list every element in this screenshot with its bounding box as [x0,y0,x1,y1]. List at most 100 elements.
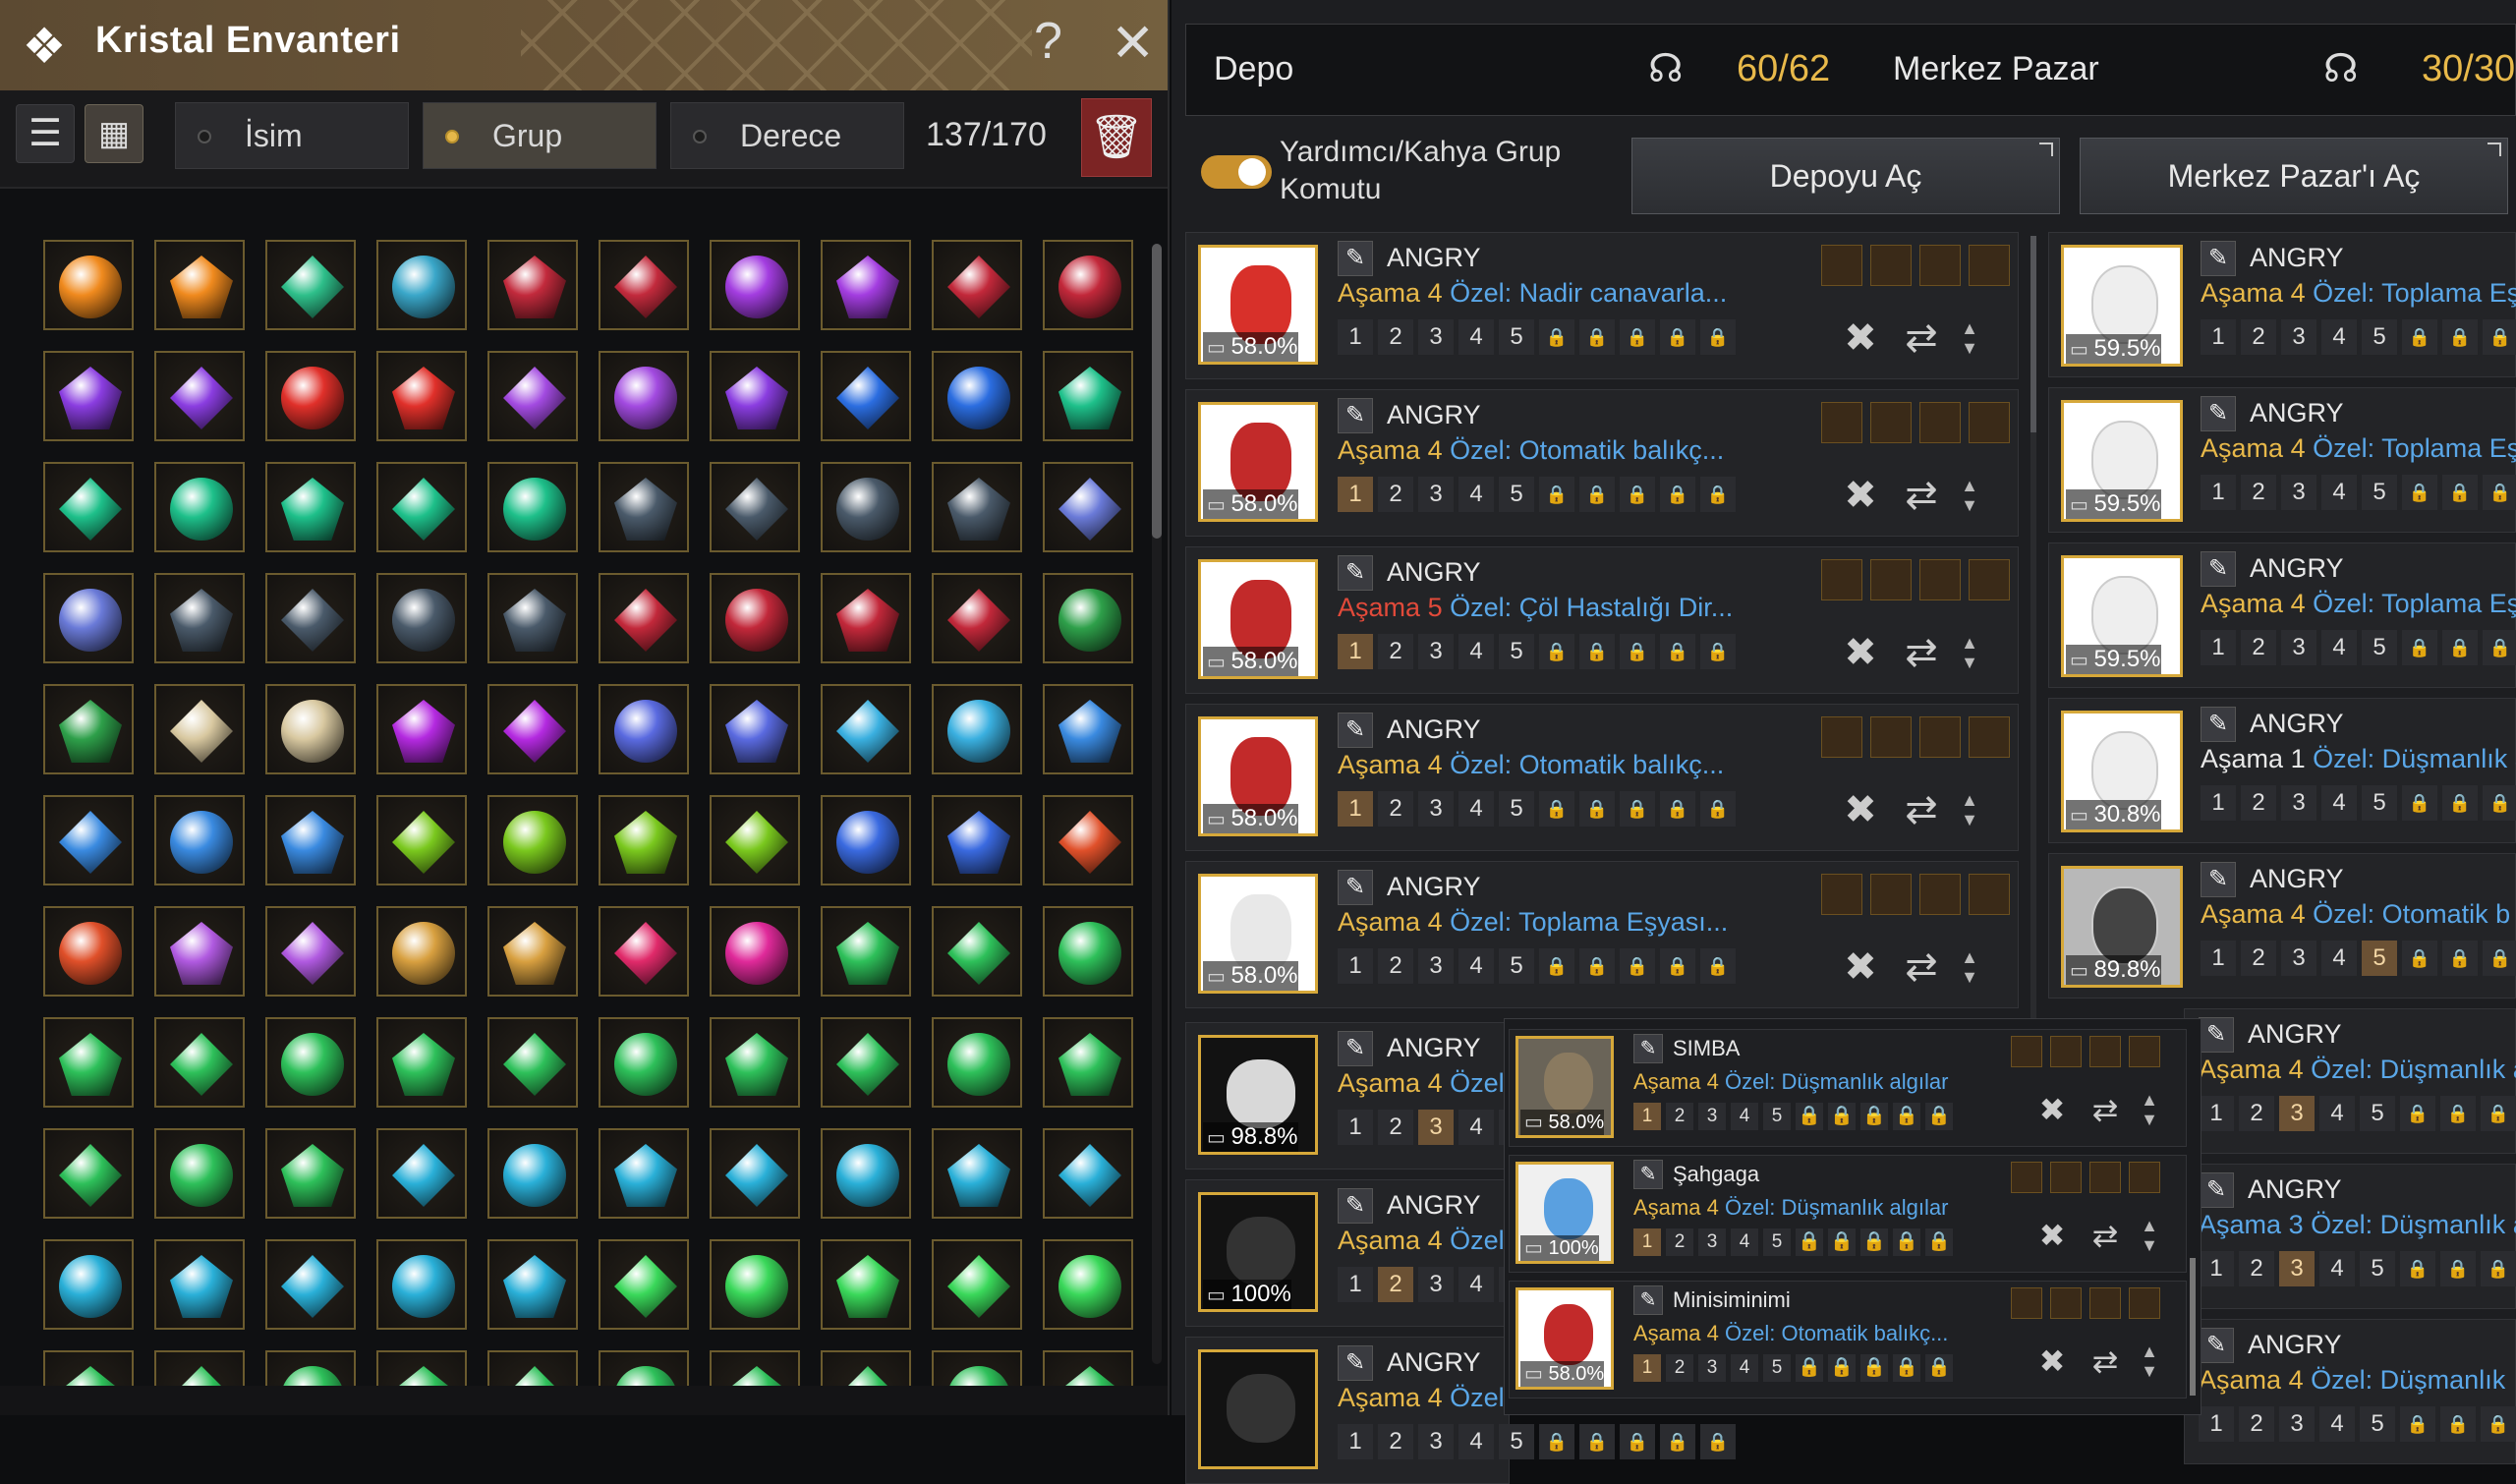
crystal-slot[interactable] [376,906,467,997]
level-3[interactable]: 3 [2281,319,2316,355]
level-1[interactable]: 1 [1338,634,1373,669]
crystal-slot[interactable] [932,573,1022,663]
level-3[interactable]: 3 [1418,791,1454,827]
popup-pet-card[interactable]: 100% ✎ Şahgaga Aşama 4 Özel: Düşmanlık algı… [1509,1155,2187,1273]
popup-pet-card[interactable]: 58.0% ✎ Minisiminimi Aşama 4 Özel: Otomatik… [1509,1281,2187,1398]
pet-card[interactable]: 98.8%✎ANGRYAşama 4 Özel12345🔒🔒🔒🔒🔒 [1185,1022,1736,1170]
crystal-slot[interactable] [599,351,689,441]
pet-card[interactable]: 59.5% ✎ ANGRY Aşama 4 Özel: Toplama Eş 12345… [2048,387,2516,533]
crystal-slot[interactable] [1043,1239,1133,1330]
pet-card[interactable]: ✎ ANGRY Aşama 4 Özel: Düşmanlık a 12345🔒🔒🔒🔒… [2184,1008,2516,1154]
crystal-slot[interactable] [265,1239,356,1330]
lock-icon[interactable]: 🔒 [1925,1228,1953,1256]
level-selector[interactable]: 12345🔒🔒🔒🔒🔒 [1633,1228,1958,1256]
group-command-toggle[interactable] [1201,155,1272,189]
crystal-slot[interactable] [1043,1017,1133,1108]
close-icon[interactable]: ✕ [1111,12,1155,74]
lock-icon[interactable]: 🔒 [2481,1406,2516,1442]
open-market-button[interactable]: Merkez Pazar'ı Aç [2080,138,2508,214]
crystal-slot[interactable] [710,795,800,885]
crystal-slot[interactable] [1043,684,1133,774]
lock-icon[interactable]: 🔒 [1620,477,1655,512]
level-selector[interactable]: 12345🔒🔒🔒🔒🔒 [1633,1103,1958,1130]
level-5[interactable]: 5 [1499,1424,1534,1459]
crystal-slot[interactable] [376,1017,467,1108]
level-2[interactable]: 2 [2241,475,2276,510]
unequip-icon[interactable]: ✖ [1835,314,1886,363]
lock-icon[interactable]: 🔒 [1539,319,1574,355]
lock-icon[interactable]: 🔒 [2442,785,2478,821]
crystal-slot[interactable] [265,240,356,330]
pet-card[interactable]: ✎ ANGRY Aşama 4 Özel: Düşmanlık 12345🔒🔒🔒🔒🔒 [2184,1319,2516,1464]
crystal-slot[interactable] [487,1017,578,1108]
lock-icon[interactable]: 🔒 [1579,319,1615,355]
level-1[interactable]: 1 [1338,1424,1373,1459]
level-3[interactable]: 3 [1698,1228,1726,1256]
lock-icon[interactable]: 🔒 [2402,785,2437,821]
crystal-slot[interactable] [599,795,689,885]
unequip-icon[interactable]: ✖ [2030,1085,2074,1134]
lock-icon[interactable]: 🔒 [2440,1406,2476,1442]
pet-card[interactable]: 58.0% ✎ ANGRY Aşama 4 Özel: Toplama Eşyası.… [1185,861,2019,1008]
swap-icon[interactable]: ⇄ [1896,314,1947,363]
lock-icon[interactable]: 🔒 [2442,941,2478,976]
level-3[interactable]: 3 [1698,1354,1726,1382]
crystal-slot[interactable] [599,462,689,552]
level-3[interactable]: 3 [2281,785,2316,821]
lock-icon[interactable]: 🔒 [1579,1424,1615,1459]
lock-icon[interactable]: 🔒 [2442,475,2478,510]
reorder-arrows-icon[interactable]: ▲ ▼ [2137,1216,2162,1255]
crystal-slot[interactable] [821,1239,911,1330]
lock-icon[interactable]: 🔒 [1893,1228,1920,1256]
crystal-slot[interactable] [376,240,467,330]
lock-icon[interactable]: 🔒 [1893,1103,1920,1130]
trash-icon[interactable]: 🗑 [1081,98,1152,177]
lock-icon[interactable]: 🔒 [1620,791,1655,827]
pet-card[interactable]: 58.0% ✎ ANGRY Aşama 5 Özel: Çöl Hastalığı D… [1185,546,2019,694]
crystal-slot[interactable] [599,684,689,774]
crystal-slot[interactable] [821,684,911,774]
crystal-slot[interactable] [43,462,134,552]
crystal-slot[interactable] [1043,351,1133,441]
unequip-icon[interactable]: ✖ [1835,942,1886,992]
lock-icon[interactable]: 🔒 [1620,948,1655,984]
lock-icon[interactable]: 🔒 [1539,634,1574,669]
crystal-slot[interactable] [265,1017,356,1108]
unequip-icon[interactable]: ✖ [1835,628,1886,677]
crystal-slot[interactable] [376,1128,467,1219]
crystal-slot[interactable] [710,906,800,997]
level-4[interactable]: 4 [1458,1267,1494,1302]
level-1[interactable]: 1 [1338,791,1373,827]
level-4[interactable]: 4 [1458,1110,1494,1145]
lock-icon[interactable]: 🔒 [1700,791,1736,827]
level-selector[interactable]: 12345🔒🔒🔒🔒🔒 [2199,1406,2516,1442]
lock-icon[interactable]: 🔒 [2442,319,2478,355]
level-3[interactable]: 3 [1418,1424,1454,1459]
level-3[interactable]: 3 [2279,1096,2315,1131]
level-3[interactable]: 3 [1418,634,1454,669]
swap-icon[interactable]: ⇄ [1896,471,1947,520]
level-selector[interactable]: 12345🔒🔒🔒🔒🔒 [2201,630,2516,665]
level-2[interactable]: 2 [2241,941,2276,976]
lock-icon[interactable]: 🔒 [1620,319,1655,355]
level-selector[interactable]: 12345🔒🔒🔒🔒🔒 [2201,319,2516,355]
edit-name-icon[interactable]: ✎ [2201,551,2236,587]
level-4[interactable]: 4 [1458,319,1494,355]
crystal-slot[interactable] [154,1128,245,1219]
filter-grade-button[interactable]: Derece [670,102,904,169]
unequip-icon[interactable]: ✖ [1835,471,1886,520]
open-depo-button[interactable]: Depoyu Aç [1631,138,2060,214]
reorder-arrows-icon[interactable]: ▲ ▼ [1957,633,1982,672]
edit-name-icon[interactable]: ✎ [1338,1188,1373,1224]
level-selector[interactable]: 12345🔒🔒🔒🔒🔒 [1338,319,1741,355]
level-4[interactable]: 4 [1458,948,1494,984]
scrollbar[interactable] [1152,244,1162,1364]
crystal-slot[interactable] [43,351,134,441]
lock-icon[interactable]: 🔒 [1828,1354,1856,1382]
level-2[interactable]: 2 [1378,948,1413,984]
crystal-slot[interactable] [43,684,134,774]
lock-icon[interactable]: 🔒 [2402,941,2437,976]
crystal-slot[interactable] [376,351,467,441]
level-1[interactable]: 1 [2199,1406,2234,1442]
level-3[interactable]: 3 [2279,1251,2315,1286]
